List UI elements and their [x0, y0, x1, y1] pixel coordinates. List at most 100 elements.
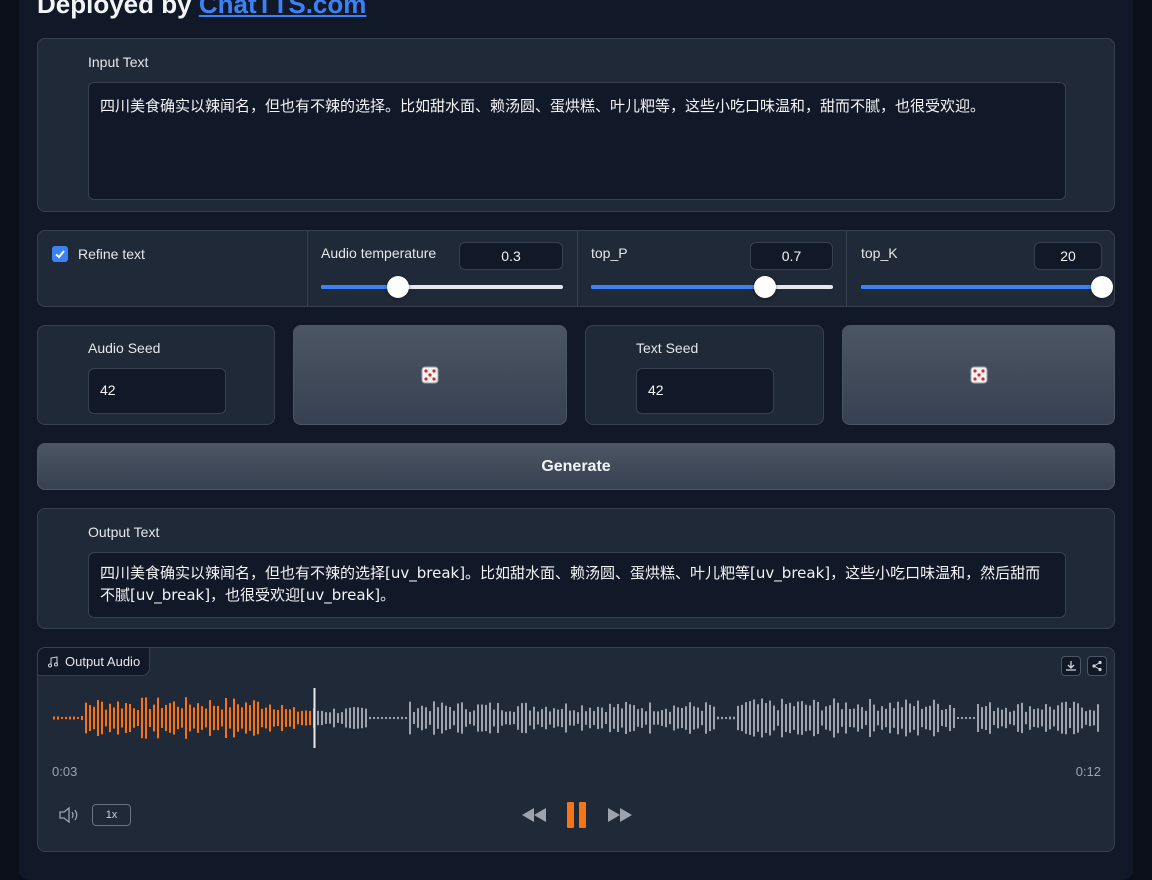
waveform-bar: [761, 698, 763, 738]
waveform-bar: [961, 717, 963, 719]
waveform-bar: [693, 706, 695, 730]
waveform-bar: [793, 706, 795, 730]
share-button[interactable]: [1087, 656, 1107, 676]
pause-icon[interactable]: [566, 801, 588, 829]
playback-speed-button[interactable]: 1x: [92, 804, 131, 826]
waveform-bar: [697, 707, 699, 729]
waveform-bar: [633, 705, 635, 731]
waveform-bar: [213, 705, 215, 731]
fast-forward-icon[interactable]: [606, 805, 634, 825]
waveform-bar: [949, 704, 951, 732]
waveform-bar: [781, 698, 783, 738]
slider-thumb[interactable]: [1091, 276, 1113, 298]
top-p-input[interactable]: 0.7: [750, 242, 833, 270]
waveform-bar: [645, 711, 647, 725]
rewind-icon[interactable]: [520, 805, 548, 825]
waveform-bar: [681, 708, 683, 728]
waveform-bar: [217, 705, 219, 731]
waveform-bar: [305, 710, 307, 726]
waveform-bar: [593, 710, 595, 726]
top-p-slider[interactable]: [591, 276, 833, 298]
waveform-bar: [293, 707, 295, 729]
waveform-bar: [365, 708, 367, 728]
waveform-bar: [881, 706, 883, 730]
waveform-bar: [577, 712, 579, 724]
waveform-bar: [1009, 711, 1011, 725]
waveform-bar: [849, 708, 851, 728]
audio-seed-panel: Audio Seed 42: [37, 325, 275, 425]
waveform-bar: [145, 697, 147, 739]
waveform-bar: [717, 716, 719, 720]
waveform-bar: [201, 706, 203, 730]
share-icon: [1092, 660, 1102, 672]
chattts-link[interactable]: ChatTTS.com: [199, 0, 367, 19]
volume-icon[interactable]: [58, 805, 82, 825]
waveform-bar: [97, 699, 99, 737]
waveform-bar: [349, 707, 351, 729]
waveform-bar: [937, 703, 939, 733]
waveform-bar: [233, 698, 235, 738]
waveform-bar: [337, 713, 339, 723]
download-button[interactable]: [1061, 656, 1081, 676]
waveform-bar: [269, 704, 271, 732]
current-time: 0:03: [52, 764, 78, 779]
top-k-slider[interactable]: [861, 276, 1113, 298]
audio-seed-input[interactable]: 42: [88, 368, 226, 414]
top-k-input[interactable]: 20: [1034, 242, 1102, 270]
text-seed-dice-button[interactable]: [842, 325, 1115, 425]
text-seed-label: Text Seed: [636, 340, 699, 356]
audio-temperature-input[interactable]: 0.3: [459, 242, 563, 270]
waveform-bar: [85, 702, 87, 734]
waveform-bar: [701, 710, 703, 726]
waveform-bar: [609, 703, 611, 733]
waveform-bar: [1045, 704, 1047, 732]
waveform-bar: [549, 711, 551, 725]
waveform-bar: [405, 717, 407, 719]
waveform-bar: [873, 704, 875, 732]
waveform-bar: [965, 717, 967, 719]
waveform-bar: [1085, 711, 1087, 725]
waveform-bar: [261, 708, 263, 728]
waveform-bar: [281, 705, 283, 731]
waveform-bar: [477, 704, 479, 732]
waveform-bar: [197, 703, 199, 733]
waveform-bar: [821, 710, 823, 726]
slider-thumb[interactable]: [754, 276, 777, 298]
input-text-area[interactable]: 四川美食确实以辣闻名，但也有不辣的选择。比如甜水面、赖汤圆、蛋烘糕、叶儿粑等，这…: [88, 82, 1066, 200]
waveform-bar: [861, 707, 863, 729]
audio-temperature-slider[interactable]: [321, 276, 563, 298]
waveform-bar: [889, 702, 891, 734]
waveform-bar: [561, 708, 563, 728]
waveform-bar: [437, 707, 439, 729]
top-p-cell: top_P 0.7: [577, 231, 846, 306]
waveform-bar: [421, 705, 423, 731]
slider-thumb[interactable]: [387, 276, 410, 298]
waveform-bar: [133, 708, 135, 728]
dice-icon: [970, 366, 987, 384]
generate-button[interactable]: Generate: [37, 443, 1115, 490]
text-seed-input[interactable]: 42: [636, 368, 774, 414]
duration: 0:12: [1075, 764, 1101, 779]
waveform-bar: [173, 701, 175, 735]
output-text-area[interactable]: 四川美食确实以辣闻名，但也有不辣的选择[uv_break]。比如甜水面、赖汤圆、…: [88, 552, 1066, 618]
waveform-bar: [629, 704, 631, 732]
waveform-bar: [653, 711, 655, 725]
waveform-bar: [685, 706, 687, 730]
waveform-bar: [425, 707, 427, 729]
waveform-bar: [825, 706, 827, 730]
audio-seed-dice-button[interactable]: [293, 325, 567, 425]
text-seed-panel: Text Seed 42: [585, 325, 824, 425]
waveform-bar: [841, 709, 843, 727]
waveform-bar: [757, 704, 759, 732]
refine-text-checkbox[interactable]: [52, 246, 68, 262]
waveform-bar: [93, 706, 95, 730]
waveform[interactable]: [52, 688, 1102, 748]
waveform-bar: [565, 703, 567, 733]
waveform-bar: [661, 710, 663, 726]
waveform-bar: [285, 709, 287, 727]
waveform-bar: [553, 708, 555, 728]
playhead[interactable]: [313, 688, 316, 748]
waveform-bar: [741, 704, 743, 732]
waveform-bar: [785, 704, 787, 732]
waveform-bar: [189, 704, 191, 732]
